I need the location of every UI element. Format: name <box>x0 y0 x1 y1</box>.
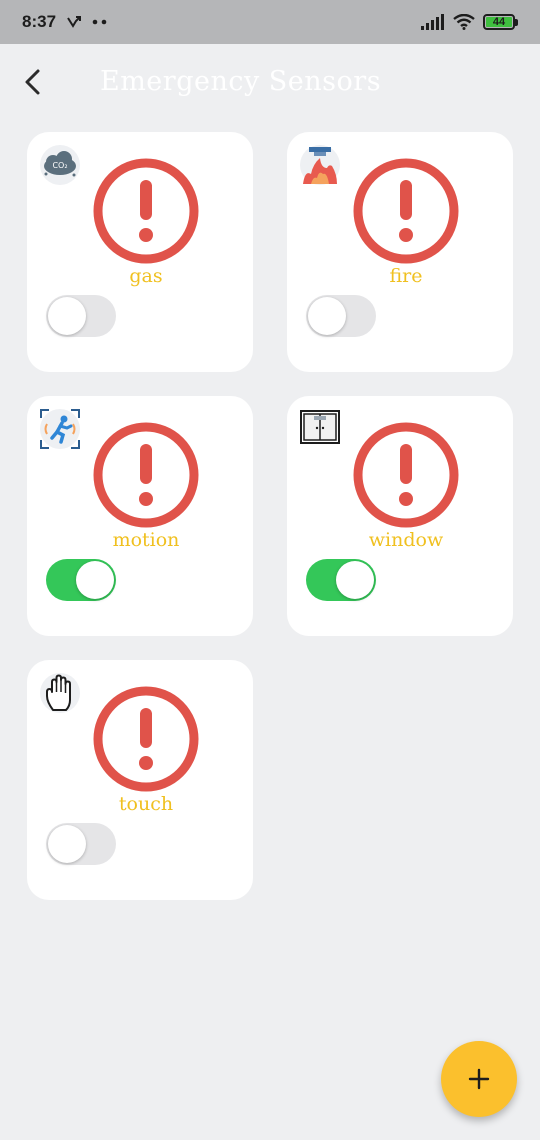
sensor-toggle[interactable] <box>306 559 376 601</box>
sensor-label: touch <box>118 793 174 815</box>
plus-icon <box>468 1068 490 1090</box>
status-time: 8:37 <box>22 12 57 31</box>
sensor-label: window <box>368 529 444 551</box>
page-title: Emergency Sensors <box>100 66 382 97</box>
battery-level: 44 <box>486 16 512 28</box>
back-button[interactable] <box>14 64 50 100</box>
window-icon <box>299 408 341 450</box>
alert-icon <box>93 422 199 528</box>
sensor-card-gas[interactable]: CO₂ gas <box>27 132 253 372</box>
sensor-label: motion <box>112 529 180 551</box>
alert-icon <box>353 158 459 264</box>
svg-text:CO₂: CO₂ <box>52 161 67 170</box>
motion-running-icon <box>39 408 81 450</box>
sensor-label: fire <box>389 265 423 287</box>
status-bar: 8:37 44 <box>0 0 540 44</box>
fire-sensor-icon <box>299 144 341 186</box>
sensor-card-fire[interactable]: fire <box>287 132 513 372</box>
battery-icon: 44 <box>483 14 518 30</box>
add-sensor-button[interactable] <box>441 1041 517 1117</box>
sensor-toggle[interactable] <box>46 295 116 337</box>
sensor-toggle[interactable] <box>46 823 116 865</box>
data-saver-icon <box>67 16 82 28</box>
wifi-icon <box>453 14 475 30</box>
alert-icon <box>93 686 199 792</box>
sensor-card-touch[interactable]: touch <box>27 660 253 900</box>
back-arrow-icon <box>25 69 40 95</box>
sensor-label: gas <box>129 265 163 287</box>
alert-icon <box>93 158 199 264</box>
sensor-toggle[interactable] <box>306 295 376 337</box>
more-notifications-icon <box>92 19 107 25</box>
alert-icon <box>353 422 459 528</box>
hand-icon <box>39 672 81 714</box>
cell-signal-icon <box>421 14 444 30</box>
sensor-card-window[interactable]: window <box>287 396 513 636</box>
co2-cloud-icon: CO₂ <box>39 144 81 186</box>
sensor-toggle[interactable] <box>46 559 116 601</box>
app-bar: Emergency Sensors <box>0 44 540 122</box>
sensor-card-motion[interactable]: motion <box>27 396 253 636</box>
